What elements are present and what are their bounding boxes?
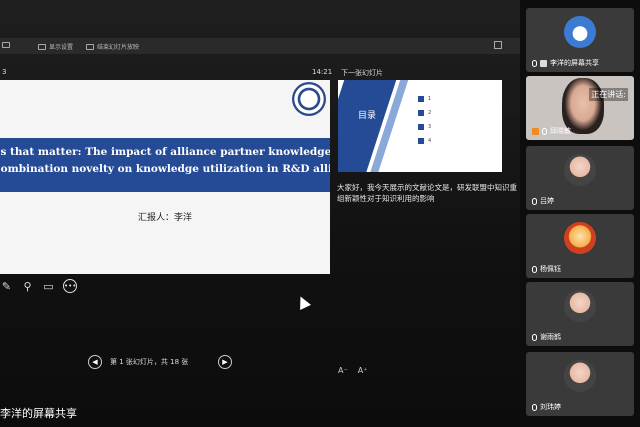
participant-tile-video[interactable]: 正在讲话: 邱晓敏: [526, 76, 634, 140]
toc-row: 4: [418, 134, 431, 148]
participant-name-row: 刘玮婷: [532, 402, 561, 412]
mouse-cursor-icon: [295, 294, 311, 310]
screen-share-label: 李洋的屏幕共享: [0, 407, 77, 420]
slide-tools: ✎ ⚲ ▭ •••: [0, 279, 77, 293]
toolbar-item-left[interactable]: [2, 42, 10, 48]
next-slide-button[interactable]: ▶: [218, 355, 232, 369]
participant-name: 邱晓敏: [550, 127, 571, 135]
decrease-font-button[interactable]: A⁻: [338, 366, 348, 375]
avatar: [564, 290, 596, 322]
current-slide: Ties that matter: The impact of alliance…: [0, 80, 330, 274]
mic-icon: [532, 265, 537, 273]
university-logo: [292, 82, 326, 116]
app-logo-avatar: [564, 16, 596, 48]
toc-bullet: [418, 124, 424, 130]
participant-tile[interactable]: 吕婷: [526, 146, 634, 210]
participant-name-row: 吕婷: [532, 196, 554, 206]
participant-name: 吕婷: [540, 197, 554, 205]
toc-label: 2: [428, 110, 432, 116]
mic-icon: [532, 333, 537, 341]
participant-tile[interactable]: 谢雨鹤: [526, 282, 634, 346]
participant-tile[interactable]: 杨佩钰: [526, 214, 634, 278]
participant-name-row: 谢雨鹤: [532, 332, 561, 342]
participant-name-row: 李洋的屏幕共享: [532, 58, 599, 68]
toc-row: 2: [418, 106, 431, 120]
mic-icon: [532, 59, 537, 67]
presentation-timer: 14:21: [312, 68, 333, 76]
toc-bullet: [418, 138, 424, 144]
slide-counter: 第 1 张幻灯片，共 18 张: [110, 358, 189, 366]
end-slideshow-button[interactable]: 结束幻灯片放映: [86, 42, 139, 51]
participant-tile[interactable]: 李洋的屏幕共享: [526, 8, 634, 72]
speaker-notes: 大家好，我今天展示的文献论文是，研发联盟中知识重组新颖性对于知识利用的影响: [337, 183, 517, 203]
mic-icon: [532, 197, 537, 205]
participant-tile[interactable]: 刘玮婷: [526, 352, 634, 416]
screen-icon[interactable]: ▭: [42, 280, 55, 293]
window-icon[interactable]: [494, 41, 502, 49]
avatar: [564, 360, 596, 392]
host-badge-icon: [532, 127, 539, 135]
monitor-icon: [38, 43, 46, 50]
participant-name: 刘玮婷: [540, 403, 561, 411]
slide-presenter: 汇报人：李洋: [137, 213, 192, 223]
slide-navigation: ◀ 第 1 张幻灯片，共 18 张 ▶: [88, 355, 232, 369]
more-icon[interactable]: •••: [63, 279, 77, 293]
search-icon[interactable]: ⚲: [21, 280, 34, 293]
slide-title-band: Ties that matter: The impact of alliance…: [0, 138, 330, 192]
toc-bullet: [418, 110, 424, 116]
prev-slide-button[interactable]: ◀: [88, 355, 102, 369]
toc-label: 4: [428, 138, 432, 144]
end-slideshow-label: 结束幻灯片放映: [97, 44, 140, 51]
toc-label: 1: [428, 96, 432, 102]
user-icon: [540, 59, 547, 67]
next-slide-label: 下一张幻灯片: [341, 69, 383, 77]
next-slide-heading: 目录: [358, 111, 377, 121]
participant-name: 李洋的屏幕共享: [550, 59, 599, 67]
mic-icon: [532, 403, 537, 411]
font-size-tools: A⁻ A⁺: [338, 366, 367, 375]
toc-row: 1: [418, 92, 431, 106]
presenter-toolbar: 显示设置 结束幻灯片放映: [0, 38, 520, 54]
speaking-indicator: 正在讲话:: [589, 88, 628, 101]
participants-panel: 李洋的屏幕共享 正在讲话: 邱晓敏 吕婷 杨佩钰 谢雨鹤 刘玮婷: [520, 0, 640, 427]
slide-title-line1: Ties that matter: The impact of alliance…: [0, 146, 330, 158]
increase-font-button[interactable]: A⁺: [358, 366, 368, 375]
participant-name: 谢雨鹤: [540, 333, 561, 341]
participant-name-row: 杨佩钰: [532, 264, 561, 274]
screen-share-area: 显示设置 结束幻灯片放映 3 14:21 Ties that matter: T…: [0, 0, 520, 427]
display-settings-label: 显示设置: [49, 44, 74, 51]
display-settings-button[interactable]: 显示设置: [38, 42, 73, 51]
pen-icon[interactable]: ✎: [0, 280, 13, 293]
next-slide-preview[interactable]: 目录 1 2 3 4: [338, 80, 502, 172]
participant-name: 杨佩钰: [540, 265, 561, 273]
slide-number: 3: [2, 68, 7, 76]
next-slide-toc: 1 2 3 4: [418, 92, 431, 148]
toc-bullet: [418, 96, 424, 102]
toc-label: 3: [428, 124, 432, 130]
mic-icon: [542, 127, 547, 135]
end-show-icon: [86, 43, 94, 50]
avatar: [564, 222, 596, 254]
participant-name-row: 邱晓敏: [532, 126, 571, 136]
toc-row: 3: [418, 120, 431, 134]
taskbar-icon: [2, 42, 10, 48]
slide-title-line2: recombination novelty on knowledge utili…: [0, 163, 330, 175]
avatar: [564, 154, 596, 186]
